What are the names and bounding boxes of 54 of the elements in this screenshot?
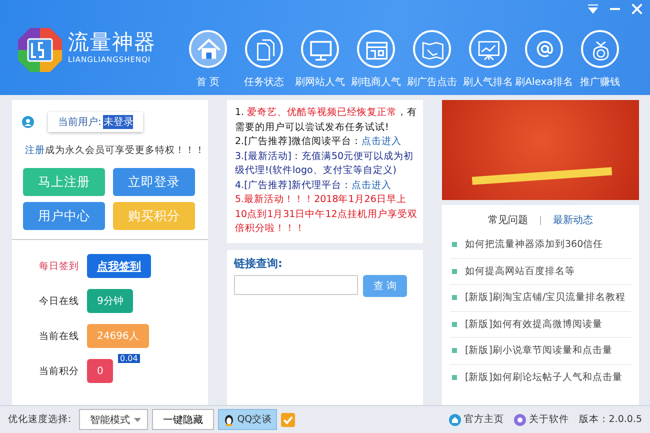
dropdown-icon[interactable] <box>588 4 598 14</box>
promo-text: 注册成为永久会员可享受更多特权！！！ <box>24 144 206 157</box>
register-link[interactable]: 注册 <box>25 145 45 156</box>
account-button[interactable]: 立即登录 <box>113 168 195 196</box>
info-icon <box>514 414 526 426</box>
sign-in-button[interactable]: 点我签到 <box>87 254 151 278</box>
bullet-icon <box>452 268 457 274</box>
bullet-icon <box>452 322 457 327</box>
stat-label: 今日在线 <box>39 294 79 308</box>
promo-banner-image[interactable] <box>442 100 639 200</box>
notice-text: 4.[广告推荐]新代理平台：点击进入 <box>235 178 392 192</box>
bullet-icon <box>452 374 457 380</box>
home-icon <box>448 414 461 426</box>
score-tooltip: 0.04 <box>118 354 140 363</box>
qq-chat-button[interactable]: QQ交谈 <box>218 409 278 430</box>
stat-label: 每日签到 <box>39 260 79 272</box>
link-query-label: 链接查询: <box>234 256 284 271</box>
close-icon[interactable] <box>632 4 642 14</box>
bullet-icon <box>452 295 457 300</box>
link-query-field[interactable] <box>234 275 358 295</box>
notice-text: 5.最新活动！！！2018年1月26日早上10点到1月31日中午12点挂机用户享受双倍积分啦！！！ <box>235 193 418 236</box>
notice-text: 3.[最新活动]：充值满50元便可以成为初级代理!(软件logo、支付宝等自定义) <box>235 150 415 178</box>
about-link[interactable]: 关于软件 <box>528 413 569 426</box>
current-user-field: 当前用户: 未登录 <box>48 112 144 132</box>
penguin-icon <box>223 414 236 426</box>
user-icon <box>22 116 34 128</box>
article-link[interactable]: [新版]刷淘宝店铺/宝贝流量排名教程 <box>465 291 626 304</box>
hide-button[interactable]: 一键隐藏 <box>152 409 214 430</box>
checkmark-icon[interactable] <box>281 412 296 426</box>
speed-label: 优化速度选择: <box>8 413 72 426</box>
bullet-icon <box>452 348 457 354</box>
homepage-link[interactable]: 官方主页 <box>464 413 504 426</box>
stat-label: 当前在线 <box>39 330 79 342</box>
speed-mode-dropdown[interactable]: 智能模式 <box>79 409 148 430</box>
nav-tab[interactable]: 推广赚钱 <box>572 30 628 90</box>
article-link[interactable]: 如何把流量神器添加到360信任 <box>465 238 604 252</box>
article-link[interactable]: [新版]如何刷论坛帖子人气和点击量 <box>465 370 622 384</box>
notice-text: 1. 爱奇艺、优酷等视频已经恢复正常，有需要的用户可以尝试发布任务试试! <box>235 106 418 134</box>
stat-badge: 9分钟 <box>87 289 134 313</box>
article-link[interactable]: [新版]如何有效提高微博阅读量 <box>465 318 602 331</box>
news-tab[interactable]: 常见问题 <box>488 213 528 227</box>
article-link[interactable]: [新版]刷小说章节阅读量和点击量 <box>465 344 612 358</box>
app-title: 流量神器 <box>68 29 156 56</box>
app-logo-icon <box>16 26 64 74</box>
news-tab[interactable]: 最新动态 <box>553 213 593 227</box>
article-link[interactable]: 如何提高网站百度排名等 <box>465 264 575 278</box>
bullet-icon <box>452 242 457 248</box>
version-text: 版本：2.0.0.5 <box>578 413 642 426</box>
caret-icon <box>134 418 142 422</box>
account-button[interactable]: 用户中心 <box>23 202 105 230</box>
stat-badge: 0 <box>87 359 114 383</box>
stat-label: 当前积分 <box>39 364 79 378</box>
stat-badge: 24696人 <box>87 324 149 348</box>
notice-text: 2.[广告推荐]微信阅读平台：点击进入 <box>235 135 402 149</box>
